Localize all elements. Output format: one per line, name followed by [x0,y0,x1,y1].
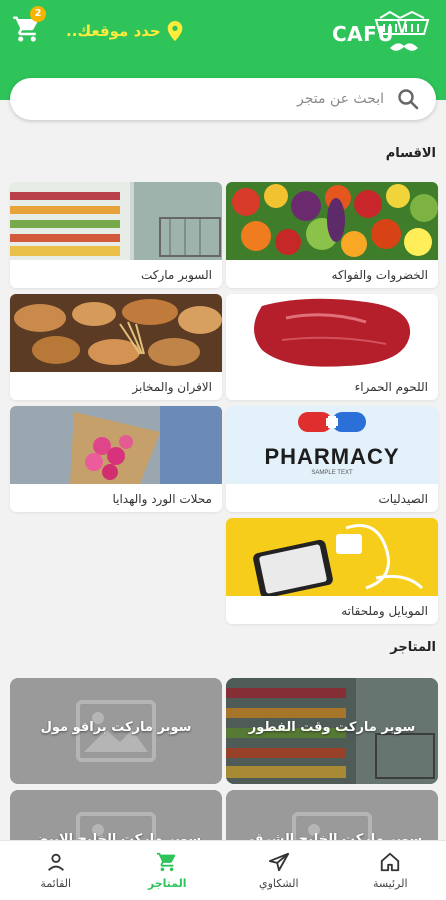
nav-item-home[interactable]: الرئيسة [335,841,446,900]
nav-label: القائمة [40,877,72,890]
category-card-bakeries[interactable]: الافران والمخابز [10,294,222,400]
store-name: سوبر ماركت برافو مول [40,720,192,735]
store-card-breakfast[interactable]: سوبر ماركت وقت الفطور [226,678,438,784]
pharmacy-image-subtitle: SAMPLE TEXT [311,470,353,476]
store-name: سوبر ماركت وقت الفطور [248,720,416,735]
nav-item-stores[interactable]: المتاجر [112,841,224,900]
bakery-image [10,294,222,372]
stores-section-title: المتاجر [390,640,436,655]
supermarket-image [10,182,222,260]
nav-item-menu[interactable]: القائمة [0,841,112,900]
category-card-vegetables-fruits[interactable]: الخضروات والفواكه [226,182,438,288]
category-label: الصيدليات [378,492,428,506]
location-selector[interactable]: حدد موقعك.. [66,18,183,44]
category-card-supermarket[interactable]: السوبر ماركت [10,182,222,288]
store-card-bravo-mall[interactable]: سوبر ماركت برافو مول [10,678,222,784]
category-label: محلات الورد والهدايا [112,492,212,506]
category-card-flowers-gifts[interactable]: محلات الورد والهدايا [10,406,222,512]
categories-section-title: الاقسام [385,146,436,161]
category-label: الخضروات والفواكه [331,268,428,282]
cart-icon [157,852,176,872]
category-card-red-meat[interactable]: اللحوم الحمراء [226,294,438,400]
user-icon [47,853,64,871]
category-card-pharmacies[interactable]: PHARMACY SAMPLE TEXT الصيدليات [226,406,438,512]
nav-item-complaints[interactable]: الشكاوي [223,841,335,900]
search-icon[interactable] [396,87,420,111]
home-icon [381,852,400,872]
cart-count-badge: 2 [30,6,46,22]
location-pin-icon [167,21,183,41]
basket-logo-icon [374,10,430,51]
category-label: الافران والمخابز [132,380,212,394]
category-card-mobile-accessories[interactable]: الموبايل وملحقاته [226,518,438,624]
nav-label: الشكاوي [258,877,299,890]
category-label: الموبايل وملحقاته [341,604,428,618]
category-label: اللحوم الحمراء [354,380,428,394]
nav-label: المتاجر [147,877,187,890]
category-label: السوبر ماركت [140,268,212,282]
pharmacy-image-title: PHARMACY [264,444,400,469]
search-input[interactable] [84,84,384,114]
flowers-gifts-image [10,406,222,484]
location-label: حدد موقعك.. [66,22,161,40]
cafu-logo: CAFU [332,8,432,64]
vegetables-fruits-image [226,182,438,260]
search-bar[interactable] [10,78,436,120]
nav-label: الرئيسة [372,877,408,890]
send-icon [268,852,289,872]
red-meat-image [226,294,438,372]
mobile-accessories-image [226,518,438,596]
bottom-navigation: القائمة المتاجر الشكاوي الرئيسة [0,840,446,900]
